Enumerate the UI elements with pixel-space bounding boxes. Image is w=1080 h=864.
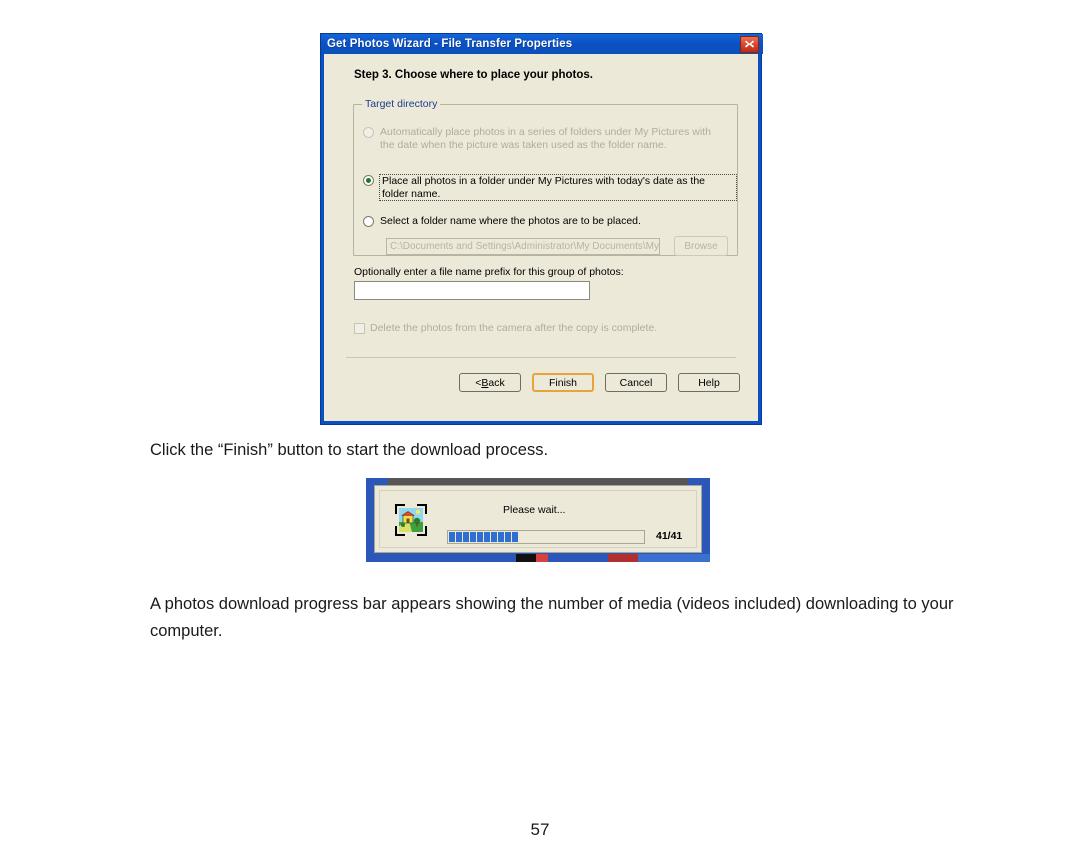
help-button[interactable]: Help <box>678 373 740 392</box>
wizard-title: Get Photos Wizard - File Transfer Proper… <box>327 38 573 50</box>
instruction-paragraph-2: A photos download progress bar appears s… <box>150 595 954 640</box>
delete-after-copy-label: Delete the photos from the camera after … <box>370 322 658 334</box>
download-progress-bar <box>447 530 645 544</box>
groupbox-legend: Target directory <box>362 98 441 110</box>
progress-segment <box>505 532 511 542</box>
taskbar-segment-red2 <box>608 554 638 562</box>
taskbar-segment-dark <box>516 554 536 562</box>
radio-icon-select-folder[interactable] <box>363 216 374 227</box>
progress-segment <box>484 532 490 542</box>
target-path-row: C:\Documents and Settings\Administrator\… <box>386 236 728 256</box>
progress-segment <box>449 532 455 542</box>
target-directory-groupbox: Target directory Automatically place pho… <box>353 98 738 256</box>
crop-handle-top-left <box>395 504 405 514</box>
crop-handle-bottom-left <box>395 526 405 536</box>
taskbar-segment-blue2 <box>548 554 608 562</box>
radio-option-today-date-folder[interactable]: Place all photos in a folder under My Pi… <box>363 174 737 201</box>
desktop-top-edge <box>388 478 688 485</box>
radio-icon-auto-date-folders <box>363 127 374 138</box>
radio-label-today-date-folder: Place all photos in a folder under My Pi… <box>379 174 737 201</box>
crop-handle-bottom-right <box>417 526 427 536</box>
wizard-button-row: < Back Finish Cancel Help <box>459 373 740 392</box>
taskbar-segment-blue3 <box>638 554 710 562</box>
radio-label-auto-date-folders: Automatically place photos in a series o… <box>380 126 711 151</box>
checkbox-icon-delete-after-copy <box>354 322 365 334</box>
close-icon[interactable] <box>740 35 759 53</box>
finish-button[interactable]: Finish <box>532 373 594 392</box>
back-button[interactable]: < Back <box>459 373 521 392</box>
taskbar-segment-blue <box>366 554 516 562</box>
file-prefix-label: Optionally enter a file name prefix for … <box>354 266 624 278</box>
progress-segment <box>463 532 469 542</box>
progress-segment <box>477 532 483 542</box>
progress-segment <box>491 532 497 542</box>
file-prefix-input[interactable] <box>354 281 590 300</box>
progress-segment <box>498 532 504 542</box>
cancel-button[interactable]: Cancel <box>605 373 667 392</box>
radio-option-select-folder[interactable]: Select a folder name where the photos ar… <box>363 215 641 228</box>
radio-option-auto-date-folders: Automatically place photos in a series o… <box>363 126 711 151</box>
crop-handle-top-right <box>417 504 427 514</box>
browse-button: Browse <box>674 236 728 256</box>
please-wait-dialog: Please wait... 41/41 <box>374 485 702 553</box>
target-path-input: C:\Documents and Settings\Administrator\… <box>386 237 660 255</box>
instruction-paragraph-1: Click the “Finish” button to start the d… <box>150 441 549 459</box>
get-photos-wizard-dialog: Get Photos Wizard - File Transfer Proper… <box>320 33 763 425</box>
taskbar-segment-red <box>536 554 548 562</box>
wizard-titlebar[interactable]: Get Photos Wizard - File Transfer Proper… <box>321 34 763 54</box>
wizard-inner-frame: Get Photos Wizard - File Transfer Proper… <box>321 34 763 421</box>
please-wait-message: Please wait... <box>503 504 566 516</box>
radio-icon-today-date-folder[interactable] <box>363 175 374 186</box>
footer-divider <box>346 357 736 358</box>
delete-after-copy-row: Delete the photos from the camera after … <box>354 322 657 334</box>
page-number: 57 <box>530 820 550 839</box>
progress-segment <box>456 532 462 542</box>
progress-segment <box>512 532 518 542</box>
wizard-body: Step 3. Choose where to place your photo… <box>324 57 758 421</box>
progress-count-label: 41/41 <box>656 530 683 542</box>
photo-thumbnail-icon <box>395 504 427 536</box>
step-title: Step 3. Choose where to place your photo… <box>354 69 593 81</box>
radio-label-select-folder: Select a folder name where the photos ar… <box>380 215 641 227</box>
progress-segment <box>470 532 476 542</box>
taskbar-strip <box>366 554 710 562</box>
progress-dialog-screenshot: Please wait... 41/41 <box>366 478 710 562</box>
